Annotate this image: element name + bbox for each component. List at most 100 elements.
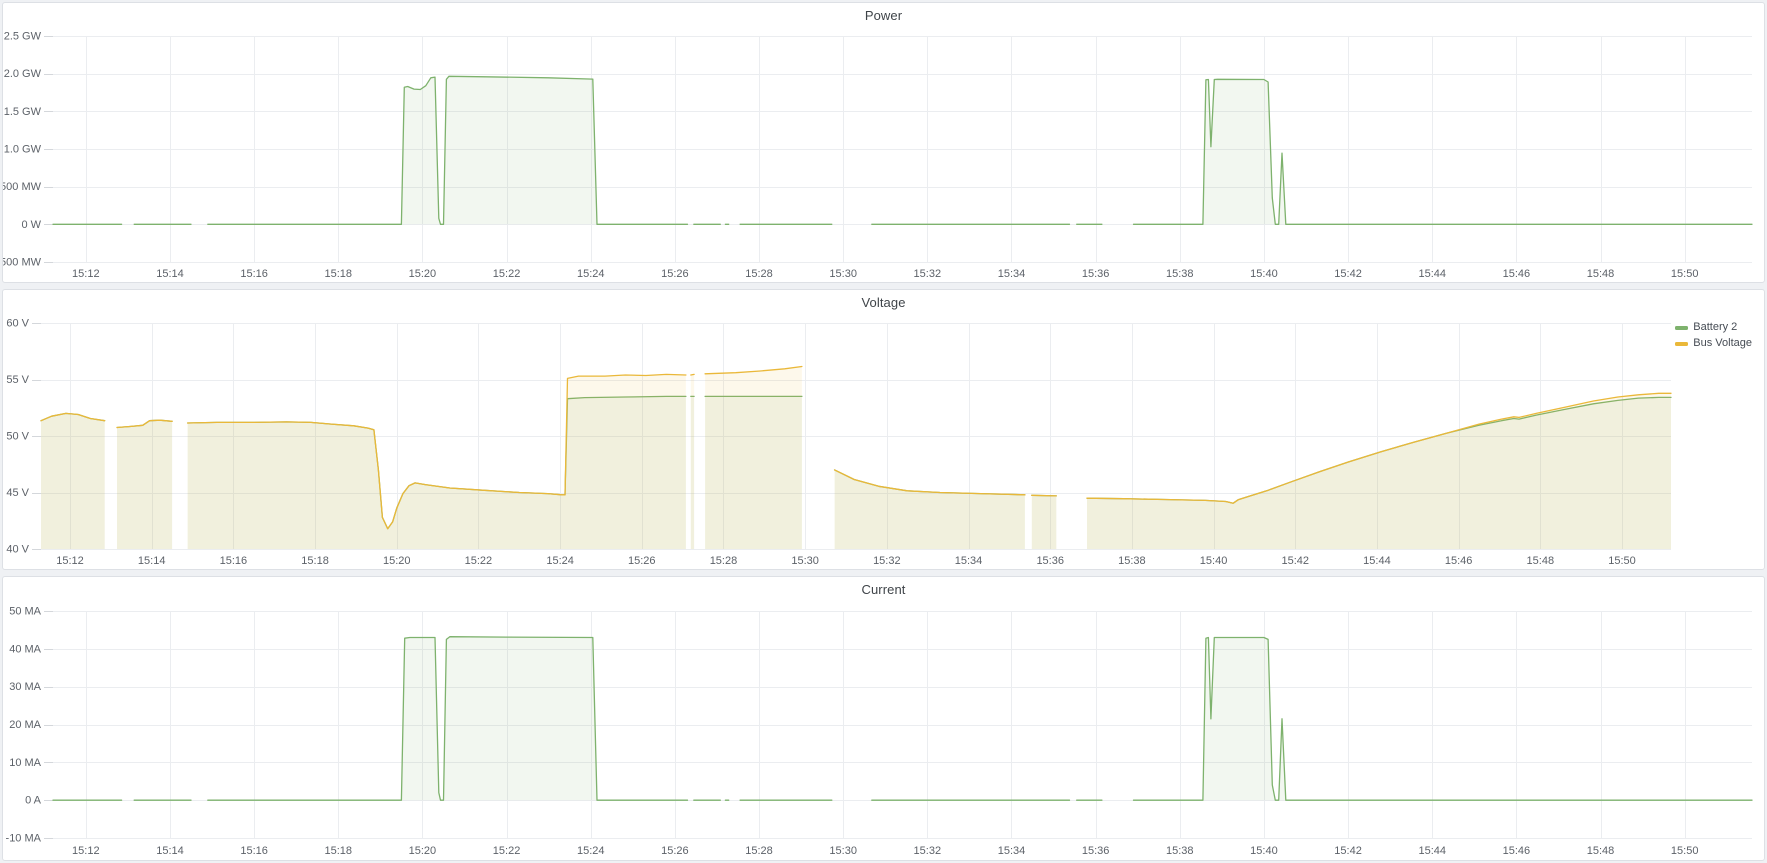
legend-item-battery-2[interactable]: Battery 2	[1673, 320, 1754, 335]
voltage-legend: Battery 2 Bus Voltage	[1673, 320, 1754, 351]
y-tick-label: 40 V	[6, 544, 29, 556]
x-tick-label: 15:16	[220, 555, 248, 567]
x-tick-label: 15:48	[1587, 845, 1615, 857]
y-tick-label: 45 V	[6, 487, 29, 499]
x-tick-label: 15:36	[1036, 555, 1064, 567]
x-tick-label: 15:22	[493, 268, 521, 280]
y-tick-label: -500 MW	[3, 257, 42, 269]
y-tick-label: 2.5 GW	[4, 31, 42, 43]
x-tick-label: 15:36	[1082, 845, 1110, 857]
x-tick-label: 15:42	[1334, 268, 1362, 280]
y-tick-label: 10 MA	[9, 757, 41, 769]
x-tick-label: 15:34	[998, 268, 1026, 280]
y-tick-label: 60 V	[6, 318, 29, 330]
x-tick-label: 15:18	[301, 555, 329, 567]
series-fill-power	[53, 76, 1752, 224]
y-tick-label: 1.0 GW	[4, 144, 42, 156]
x-tick-label: 15:12	[72, 845, 100, 857]
x-tick-label: 15:16	[240, 268, 268, 280]
x-tick-label: 15:38	[1166, 268, 1194, 280]
x-tick-label: 15:22	[465, 555, 493, 567]
x-tick-label: 15:26	[628, 555, 656, 567]
x-tick-label: 15:42	[1334, 845, 1362, 857]
x-tick-label: 15:16	[240, 845, 268, 857]
x-tick-label: 15:40	[1200, 555, 1228, 567]
x-tick-label: 15:48	[1587, 268, 1615, 280]
x-tick-label: 15:42	[1281, 555, 1309, 567]
y-tick-label: 30 MA	[9, 681, 41, 693]
panel-current: 15:12 15:14 15:16 15:18 15:20 15:22 15:24 15:26…	[2, 576, 1765, 861]
x-tick-label: 15:50	[1608, 555, 1636, 567]
current-chart-svg: 15:12 15:14 15:16 15:18 15:20 15:22 15:24 15:26…	[3, 577, 1763, 860]
x-tick-label: 15:32	[873, 555, 901, 567]
y-tick-label: 0 A	[25, 795, 42, 807]
series-fill-bus-voltage	[41, 367, 1671, 550]
legend-swatch-battery-2	[1675, 326, 1688, 330]
x-tick-label: 15:50	[1671, 268, 1699, 280]
legend-label-bus-voltage: Bus Voltage	[1693, 337, 1752, 350]
x-tick-label: 15:38	[1118, 555, 1146, 567]
x-tick-label: 15:40	[1250, 845, 1278, 857]
panel-power: 15:12 15:14 15:16 15:18 15:20 15:22 15:24 15:26…	[2, 2, 1765, 283]
y-tick-label: 50 MA	[9, 606, 41, 618]
x-tick-label: 15:34	[998, 845, 1026, 857]
x-tick-label: 15:14	[156, 845, 184, 857]
x-tick-label: 15:30	[829, 268, 857, 280]
x-tick-label: 15:44	[1363, 555, 1391, 567]
x-tick-label: 15:18	[325, 268, 353, 280]
voltage-chart[interactable]: 15:12 15:14 15:16 15:18 15:20 15:22 15:24 15:26…	[3, 290, 1764, 569]
x-tick-label: 15:32	[914, 845, 942, 857]
x-tick-label: 15:24	[546, 555, 574, 567]
x-tick-label: 15:30	[791, 555, 819, 567]
x-tick-label: 15:18	[325, 845, 353, 857]
series-line-power	[53, 76, 1752, 224]
x-tick-label: 15:46	[1445, 555, 1473, 567]
x-tick-label: 15:28	[745, 268, 773, 280]
y-tick-label: 0 W	[21, 219, 41, 231]
x-tick-label: 15:46	[1503, 268, 1531, 280]
x-tick-label: 15:12	[72, 268, 100, 280]
x-tick-label: 15:22	[493, 845, 521, 857]
x-tick-label: 15:36	[1082, 268, 1110, 280]
x-tick-label: 15:26	[661, 268, 689, 280]
y-tick-label: 20 MA	[9, 719, 41, 731]
x-tick-label: 15:28	[745, 845, 773, 857]
y-tick-label: 50 V	[6, 431, 29, 443]
panel-voltage: 15:12 15:14 15:16 15:18 15:20 15:22 15:24 15:26…	[2, 289, 1765, 570]
current-chart[interactable]: 15:12 15:14 15:16 15:18 15:20 15:22 15:24 15:26…	[3, 577, 1764, 860]
series-line-current	[53, 637, 1752, 801]
x-tick-label: 15:32	[914, 268, 942, 280]
x-tick-label: 15:14	[156, 268, 184, 280]
x-tick-label: 15:20	[383, 555, 411, 567]
x-tick-label: 15:30	[829, 845, 857, 857]
x-tick-label: 15:26	[661, 845, 689, 857]
power-chart-svg: 15:12 15:14 15:16 15:18 15:20 15:22 15:24 15:26…	[3, 3, 1763, 282]
y-tick-label: 1.5 GW	[4, 106, 42, 118]
x-tick-label: 15:28	[710, 555, 738, 567]
y-tick-label: -10 MA	[6, 833, 42, 845]
x-tick-label: 15:12	[56, 555, 84, 567]
series-fill-current	[53, 637, 1752, 801]
x-tick-label: 15:44	[1418, 268, 1446, 280]
x-tick-label: 15:40	[1250, 268, 1278, 280]
legend-item-bus-voltage[interactable]: Bus Voltage	[1673, 336, 1754, 351]
x-tick-label: 15:48	[1527, 555, 1555, 567]
power-chart[interactable]: 15:12 15:14 15:16 15:18 15:20 15:22 15:24 15:26…	[3, 3, 1764, 282]
y-tick-label: 2.0 GW	[4, 68, 42, 80]
x-tick-label: 15:44	[1418, 845, 1446, 857]
legend-label-battery-2: Battery 2	[1693, 321, 1737, 334]
x-tick-label: 15:20	[409, 845, 437, 857]
x-tick-label: 15:14	[138, 555, 166, 567]
x-tick-label: 15:20	[409, 268, 437, 280]
x-tick-label: 15:46	[1503, 845, 1531, 857]
x-tick-label: 15:50	[1671, 845, 1699, 857]
x-tick-label: 15:38	[1166, 845, 1194, 857]
x-tick-label: 15:24	[577, 268, 605, 280]
x-tick-label: 15:34	[955, 555, 983, 567]
y-tick-label: 40 MA	[9, 643, 41, 655]
voltage-chart-svg: 15:12 15:14 15:16 15:18 15:20 15:22 15:24 15:26…	[3, 290, 1763, 569]
dashboard: 15:12 15:14 15:16 15:18 15:20 15:22 15:24 15:26…	[0, 0, 1767, 863]
x-tick-label: 15:24	[577, 845, 605, 857]
legend-swatch-bus-voltage	[1675, 342, 1688, 346]
y-tick-label: 55 V	[6, 374, 29, 386]
